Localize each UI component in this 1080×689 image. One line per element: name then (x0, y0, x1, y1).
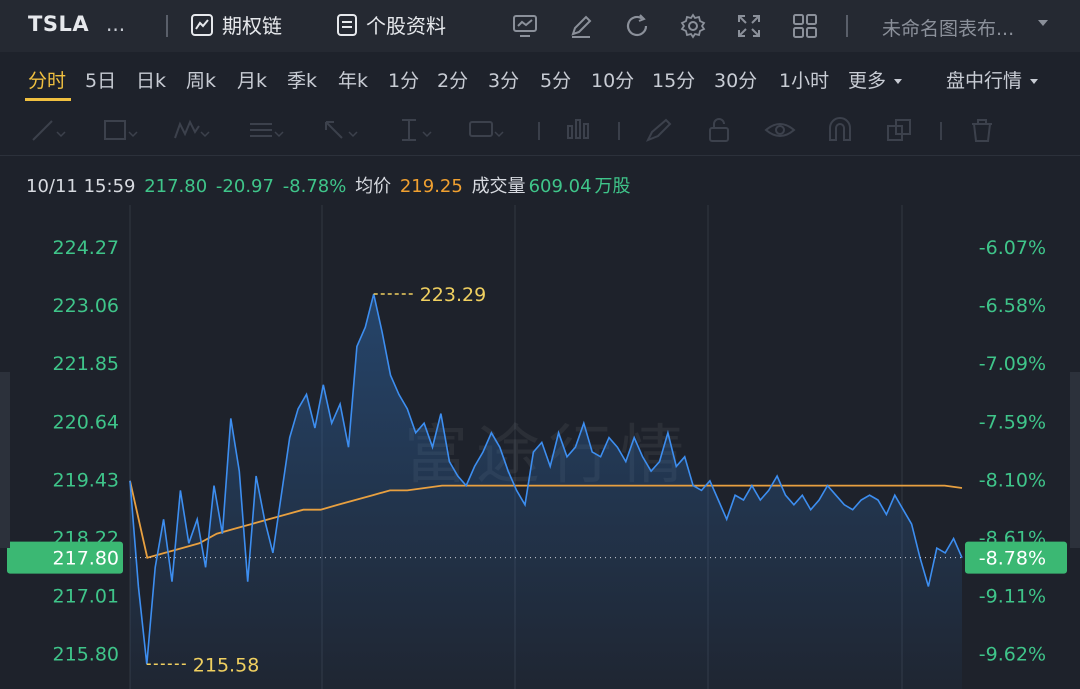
tab-daily-k[interactable]: 日k (136, 66, 166, 93)
ticker-symbol[interactable]: TSLA (28, 12, 89, 36)
y-tick-label: 223.06 (53, 295, 119, 317)
tab-quarterly-k[interactable]: 季k (287, 66, 317, 93)
y-tick-label: 219.43 (53, 469, 119, 491)
intraday-quote-label: 盘中行情 (946, 70, 1023, 92)
annotation-icon[interactable] (466, 116, 506, 144)
arrow-icon[interactable] (320, 116, 360, 144)
options-chain-icon (191, 13, 213, 36)
divider (0, 155, 1080, 156)
tab-2min[interactable]: 2分 (437, 66, 468, 93)
quote-datetime: 10/11 15:59 (26, 176, 136, 197)
ticker-more-button[interactable]: ... (106, 12, 125, 36)
divider (846, 15, 848, 37)
eye-icon[interactable] (760, 116, 800, 144)
document-icon (337, 13, 357, 36)
pct-tick-label: -6.58% (979, 295, 1046, 317)
y-tick-label: 217.01 (53, 586, 119, 608)
pct-tick-label: -8.10% (979, 469, 1046, 491)
pencil-edit-icon[interactable] (567, 12, 595, 40)
volume-label: 成交量 (471, 176, 526, 197)
avg-price-value: 219.25 (399, 176, 463, 197)
rectangle-icon[interactable] (100, 116, 140, 144)
high-price-label: 223.29 (420, 284, 486, 306)
volume-unit: 万股 (594, 176, 631, 197)
divider (618, 122, 620, 140)
pct-tick-label: -6.07% (979, 237, 1046, 259)
more-periods-dropdown[interactable]: 更多 (848, 66, 903, 93)
top-toolbar: TSLA ... 期权链 个股资料 未命名图表布... (0, 0, 1080, 52)
quote-price: 217.80 (144, 176, 208, 197)
tab-5min[interactable]: 5分 (540, 66, 571, 93)
fullscreen-icon[interactable] (735, 12, 763, 40)
intraday-quote-dropdown[interactable]: 盘中行情 (946, 66, 1039, 93)
divider (538, 122, 540, 140)
avg-price-label: 均价 (355, 176, 392, 197)
refresh-icon[interactable] (623, 12, 651, 40)
tab-3min[interactable]: 3分 (488, 66, 519, 93)
tab-weekly-k[interactable]: 周k (186, 66, 216, 93)
active-tab-indicator (25, 98, 71, 101)
grid-layout-icon[interactable] (791, 12, 819, 40)
indicator-icon[interactable] (560, 116, 600, 144)
lock-icon[interactable] (700, 116, 740, 144)
trash-icon[interactable] (962, 116, 1002, 144)
options-chain-button[interactable]: 期权链 (190, 10, 282, 39)
tab-yearly-k[interactable]: 年k (338, 66, 368, 93)
right-panel-toggle[interactable] (1070, 372, 1080, 548)
stock-profile-button[interactable]: 个股资料 (336, 10, 446, 39)
pct-tick-label: -7.09% (979, 353, 1046, 375)
trend-line-icon[interactable] (28, 116, 68, 144)
tab-monthly-k[interactable]: 月k (237, 66, 267, 93)
options-chain-label: 期权链 (222, 14, 282, 38)
divider (166, 15, 168, 37)
pattern-icon[interactable] (172, 116, 212, 144)
more-periods-label: 更多 (848, 70, 887, 92)
chevron-down-icon (894, 79, 903, 84)
current-price-label: 217.80 (53, 548, 119, 570)
y-tick-label: 221.85 (53, 353, 119, 375)
magnet-icon[interactable] (820, 116, 860, 144)
stock-profile-label: 个股资料 (366, 14, 446, 38)
chevron-down-icon[interactable] (1038, 20, 1048, 26)
tab-1min[interactable]: 1分 (388, 66, 419, 93)
tab-10min[interactable]: 10分 (591, 66, 634, 93)
y-tick-label: 224.27 (53, 237, 119, 259)
quote-change-pct: -8.78% (282, 176, 347, 197)
quote-summary: 10/11 15:59 217.80 -20.97 -8.78% 均价 219.… (26, 172, 634, 198)
y-tick-label: 220.64 (53, 411, 119, 433)
left-panel-toggle[interactable] (0, 372, 10, 548)
monitor-chart-icon[interactable] (511, 12, 539, 40)
intraday-chart[interactable]: 富途行情224.27223.06221.85220.64219.43218.22… (0, 205, 1080, 689)
period-tabs: 分时 5日 日k 周k 月k 季k 年k 1分 2分 3分 5分 10分 15分… (0, 52, 1080, 104)
current-pct-label: -8.78% (979, 548, 1046, 570)
low-price-label: 215.58 (193, 654, 259, 676)
volume-value: 609.04 (528, 176, 592, 197)
pct-tick-label: -9.62% (979, 644, 1046, 666)
tab-intraday[interactable]: 分时 (28, 66, 66, 93)
pct-tick-label: -7.59% (979, 411, 1046, 433)
tab-5day[interactable]: 5日 (85, 66, 116, 93)
chart-layout-name[interactable]: 未命名图表布... (882, 14, 1014, 41)
layers-icon[interactable] (880, 116, 920, 144)
tab-30min[interactable]: 30分 (714, 66, 757, 93)
y-tick-label: 215.80 (53, 644, 119, 666)
tab-1hour[interactable]: 1小时 (779, 66, 829, 93)
brush-icon[interactable] (640, 116, 680, 144)
quote-change: -20.97 (215, 176, 274, 197)
fibonacci-icon[interactable] (246, 116, 286, 144)
price-range-icon[interactable] (394, 116, 434, 144)
pct-tick-label: -9.11% (979, 586, 1046, 608)
gear-icon[interactable] (679, 12, 707, 40)
tab-15min[interactable]: 15分 (652, 66, 695, 93)
drawing-toolbar (0, 108, 1080, 152)
divider (940, 122, 942, 140)
chevron-down-icon (1030, 79, 1039, 84)
